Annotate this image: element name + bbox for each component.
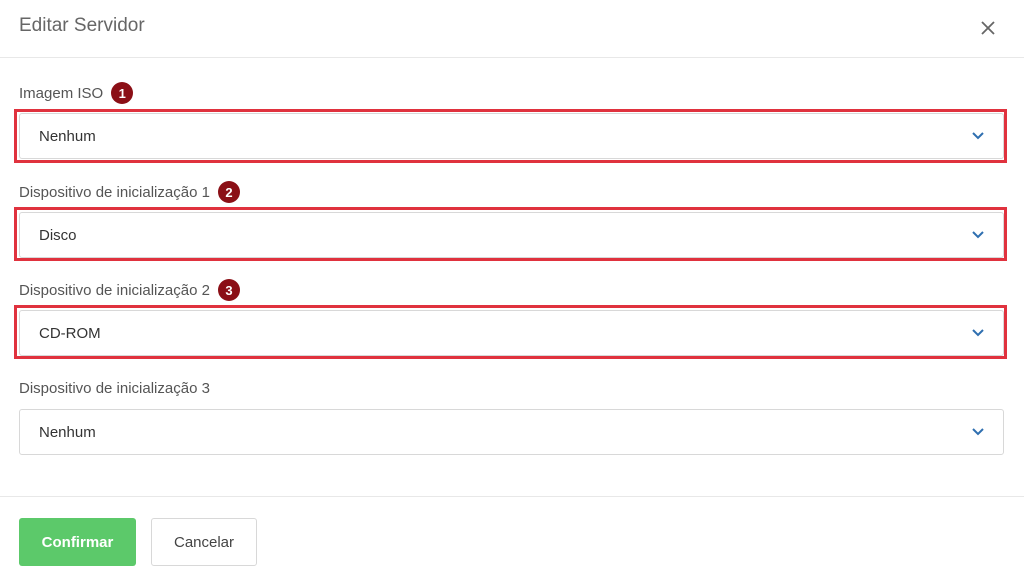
close-icon[interactable]: [976, 16, 1000, 40]
dialog-title: Editar Servidor: [19, 15, 145, 36]
field-label-imagem-iso: Imagem ISO 1: [19, 82, 134, 104]
chevron-down-icon: [972, 231, 984, 239]
field-label-text: Imagem ISO: [19, 84, 104, 102]
dialog-header: Editar Servidor: [0, 0, 1024, 58]
step-badge: 2: [217, 181, 240, 203]
select-value: Disco: [39, 227, 77, 244]
select-value: Nenhum: [39, 424, 96, 441]
chevron-down-icon: [972, 428, 984, 436]
confirm-button[interactable]: Confirmar: [19, 518, 136, 566]
boot-device-1-select[interactable]: Disco: [19, 212, 1004, 258]
cancel-button[interactable]: Cancelar: [151, 518, 257, 566]
field-label-boot-device-3: Dispositivo de inicialização 3: [19, 380, 210, 397]
chevron-down-icon: [972, 132, 984, 140]
field-label-text: Dispositivo de inicialização 1: [19, 183, 210, 201]
footer-divider: [0, 496, 1024, 497]
select-value: Nenhum: [39, 128, 96, 145]
iso-image-select[interactable]: Nenhum: [19, 113, 1004, 159]
field-label-boot-device-2: Dispositivo de inicialização 2 3: [19, 279, 240, 301]
step-badge: 3: [217, 279, 240, 301]
step-badge: 1: [111, 82, 134, 104]
field-label-boot-device-1: Dispositivo de inicialização 1 2: [19, 181, 240, 203]
chevron-down-icon: [972, 329, 984, 337]
select-value: CD-ROM: [39, 325, 101, 342]
field-label-text: Dispositivo de inicialização 2: [19, 281, 210, 299]
boot-device-2-select[interactable]: CD-ROM: [19, 310, 1004, 356]
boot-device-3-select[interactable]: Nenhum: [19, 409, 1004, 455]
field-label-text: Dispositivo de inicialização 3: [19, 380, 210, 397]
